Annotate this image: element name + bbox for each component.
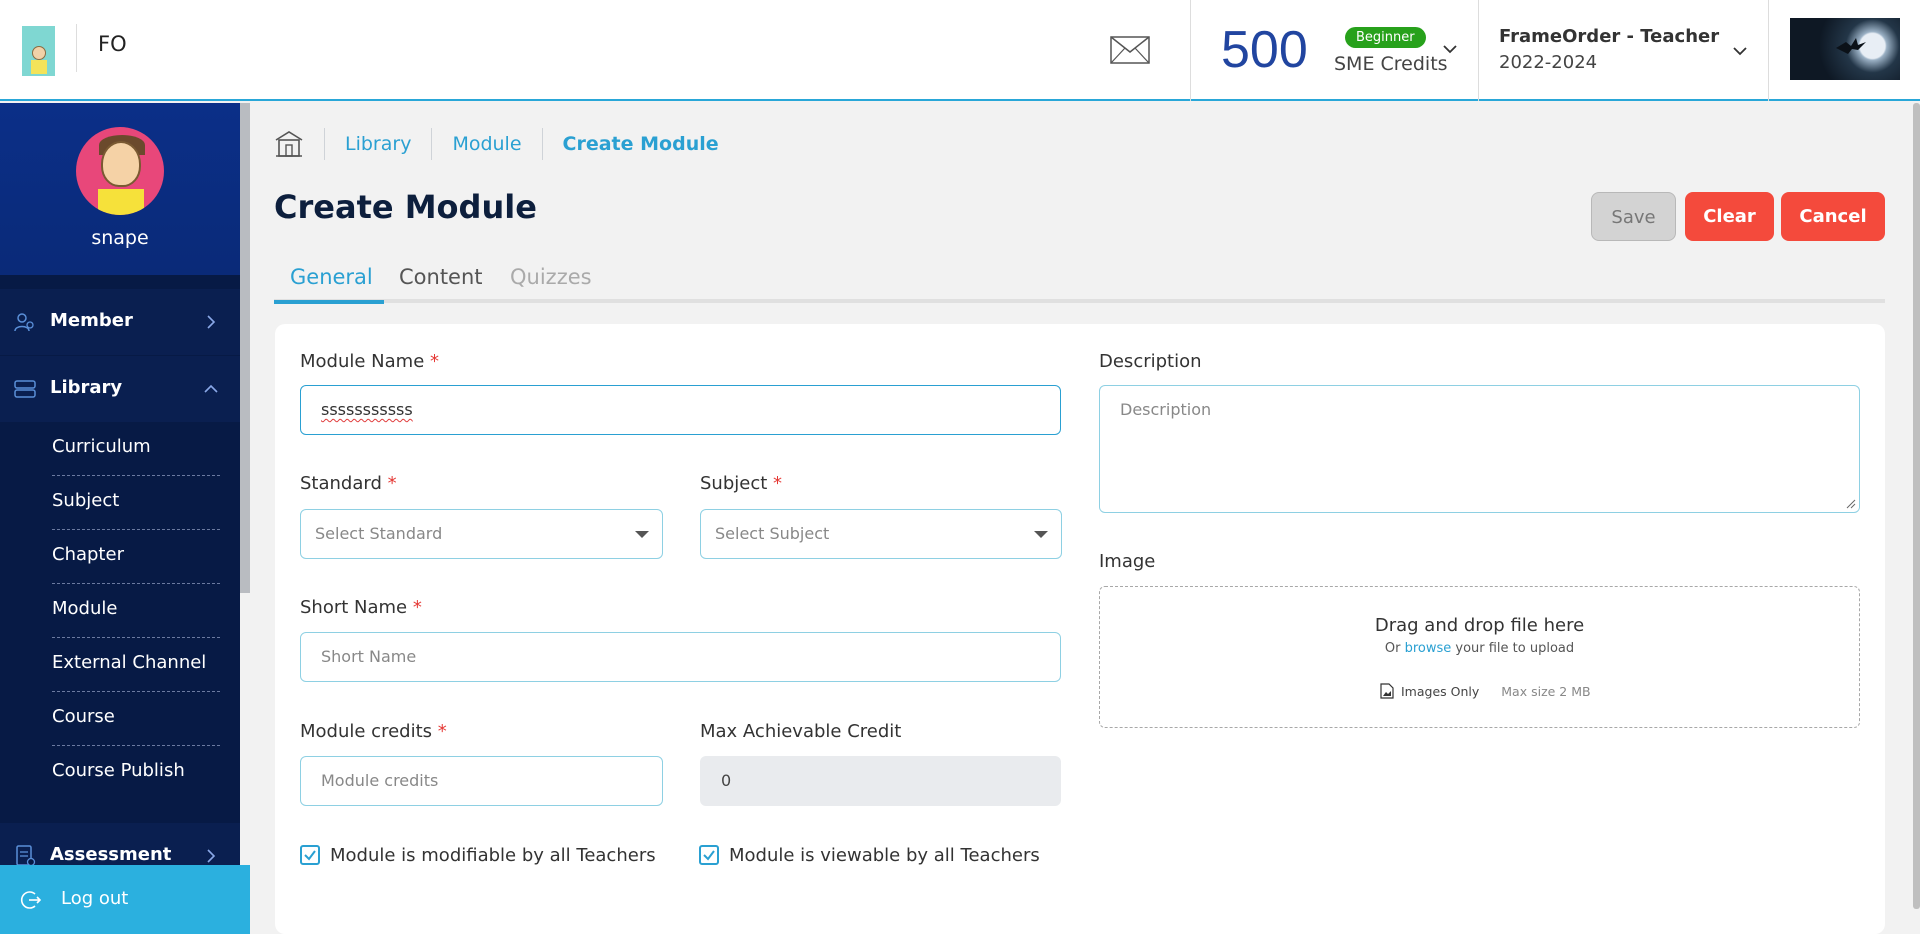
breadcrumb-separator <box>324 128 325 160</box>
assessment-icon <box>16 845 36 867</box>
sidebar: snape Member Library Curriculum Subject … <box>0 103 240 934</box>
submenu-item-subject[interactable]: Subject <box>52 476 220 530</box>
image-label: Image <box>1099 551 1156 572</box>
active-tab-indicator <box>274 300 384 304</box>
breadcrumb-module[interactable]: Module <box>452 133 521 155</box>
max-credit-input: 0 <box>700 756 1061 806</box>
dropzone-title: Drag and drop file here <box>1374 615 1585 636</box>
org-title[interactable]: FrameOrder - Teacher <box>1499 26 1719 47</box>
short-name-label: Short Name * <box>300 597 422 618</box>
credits-chevron-down-icon[interactable] <box>1443 42 1457 56</box>
checkmark-icon <box>304 850 316 861</box>
sidebar-item-member[interactable]: Member <box>0 289 240 355</box>
home-icon[interactable] <box>274 130 304 158</box>
tab-quizzes[interactable]: Quizzes <box>510 265 592 289</box>
header-divider <box>1768 0 1769 101</box>
submenu-item-chapter[interactable]: Chapter <box>52 530 220 584</box>
tab-general[interactable]: General <box>290 265 373 289</box>
max-size-text: Max size 2 MB <box>1501 683 1591 699</box>
mail-icon[interactable] <box>1110 36 1150 64</box>
library-icon <box>14 380 36 398</box>
image-file-icon <box>1380 683 1394 699</box>
submenu-item-curriculum[interactable]: Curriculum <box>52 422 220 476</box>
brand-name: FO <box>98 32 127 56</box>
resize-grip-icon[interactable] <box>1846 499 1856 509</box>
breadcrumb: Library Module Create Module <box>274 128 719 160</box>
sidebar-scrollbar[interactable] <box>240 103 250 593</box>
dropzone-subtitle: Or browse your file to upload <box>1384 641 1575 656</box>
logout-icon <box>20 891 42 909</box>
level-badge: Beginner <box>1345 27 1426 48</box>
submenu-item-course-publish[interactable]: Course Publish <box>52 746 220 800</box>
logout-label: Log out <box>61 888 129 909</box>
sidebar-item-label: Assessment <box>50 844 172 865</box>
submenu-item-external-channel[interactable]: External Channel <box>52 638 220 692</box>
browse-link[interactable]: browse <box>1405 641 1452 656</box>
description-textarea[interactable]: Description <box>1099 385 1860 513</box>
description-label: Description <box>1099 351 1202 372</box>
modifiable-checkbox-label[interactable]: Module is modifiable by all Teachers <box>330 845 656 866</box>
credits-value: 500 <box>1221 21 1308 79</box>
caret-down-icon <box>635 531 649 538</box>
standard-label: Standard * <box>300 473 397 494</box>
org-chevron-down-icon[interactable] <box>1733 44 1747 58</box>
module-credits-label: Module credits * <box>300 721 447 742</box>
breadcrumb-create-module: Create Module <box>562 133 719 155</box>
checkmark-icon <box>703 850 715 861</box>
app-logo[interactable] <box>22 26 55 76</box>
dragon-silhouette-icon <box>1836 38 1866 54</box>
avatar[interactable] <box>76 127 164 215</box>
images-only-text: Images Only <box>1401 683 1480 699</box>
subject-label: Subject * <box>700 473 783 494</box>
chevron-right-icon <box>207 849 216 863</box>
page-title: Create Module <box>274 188 537 226</box>
subject-select[interactable]: Select Subject <box>700 509 1062 559</box>
profile-image[interactable] <box>1790 18 1900 80</box>
logout-button[interactable]: Log out <box>0 865 250 934</box>
module-name-label: Module Name * <box>300 351 440 372</box>
chevron-right-icon <box>207 315 216 329</box>
breadcrumb-library[interactable]: Library <box>345 133 411 155</box>
save-button[interactable]: Save <box>1591 192 1676 241</box>
max-credit-label: Max Achievable Credit <box>700 721 902 742</box>
brand-divider <box>76 24 77 72</box>
modifiable-checkbox[interactable] <box>300 845 320 865</box>
viewable-checkbox-label[interactable]: Module is viewable by all Teachers <box>729 845 1040 866</box>
chevron-up-icon <box>204 384 218 393</box>
credits-label: SME Credits <box>1334 53 1448 75</box>
clear-button[interactable]: Clear <box>1685 192 1774 241</box>
submenu-item-module[interactable]: Module <box>52 584 220 638</box>
module-name-input[interactable]: sssssssssss <box>300 385 1061 435</box>
viewable-checkbox[interactable] <box>699 845 719 865</box>
sidebar-item-label: Library <box>50 377 123 398</box>
breadcrumb-separator <box>541 128 543 160</box>
header-divider <box>1190 0 1191 101</box>
header-divider <box>1478 0 1479 101</box>
page-scrollbar[interactable] <box>1913 103 1920 909</box>
short-name-input[interactable]: Short Name <box>300 632 1061 682</box>
library-submenu: Curriculum Subject Chapter Module Extern… <box>52 422 220 800</box>
top-bar: FO 500 Beginner SME Credits FrameOrder -… <box>0 0 1920 101</box>
submenu-item-course[interactable]: Course <box>52 692 220 746</box>
image-dropzone[interactable]: Drag and drop file here Or browse your f… <box>1099 586 1860 728</box>
module-credits-input[interactable]: Module credits <box>300 756 663 806</box>
tab-bar: General Content Quizzes <box>274 257 1885 304</box>
tab-content[interactable]: Content <box>399 265 483 289</box>
caret-down-icon <box>1034 531 1048 538</box>
form-card: Module Name * sssssssssss Standard * Sel… <box>275 324 1885 934</box>
user-panel: snape <box>0 103 240 275</box>
cancel-button[interactable]: Cancel <box>1781 192 1885 241</box>
member-icon <box>14 313 34 332</box>
breadcrumb-separator <box>431 128 433 160</box>
org-year[interactable]: 2022-2024 <box>1499 52 1597 73</box>
sidebar-item-label: Member <box>50 310 133 331</box>
standard-select[interactable]: Select Standard <box>300 509 663 559</box>
sidebar-item-library[interactable]: Library <box>0 356 240 422</box>
username: snape <box>91 227 149 249</box>
dropzone-meta: Images Only Max size 2 MB <box>1380 683 1591 699</box>
